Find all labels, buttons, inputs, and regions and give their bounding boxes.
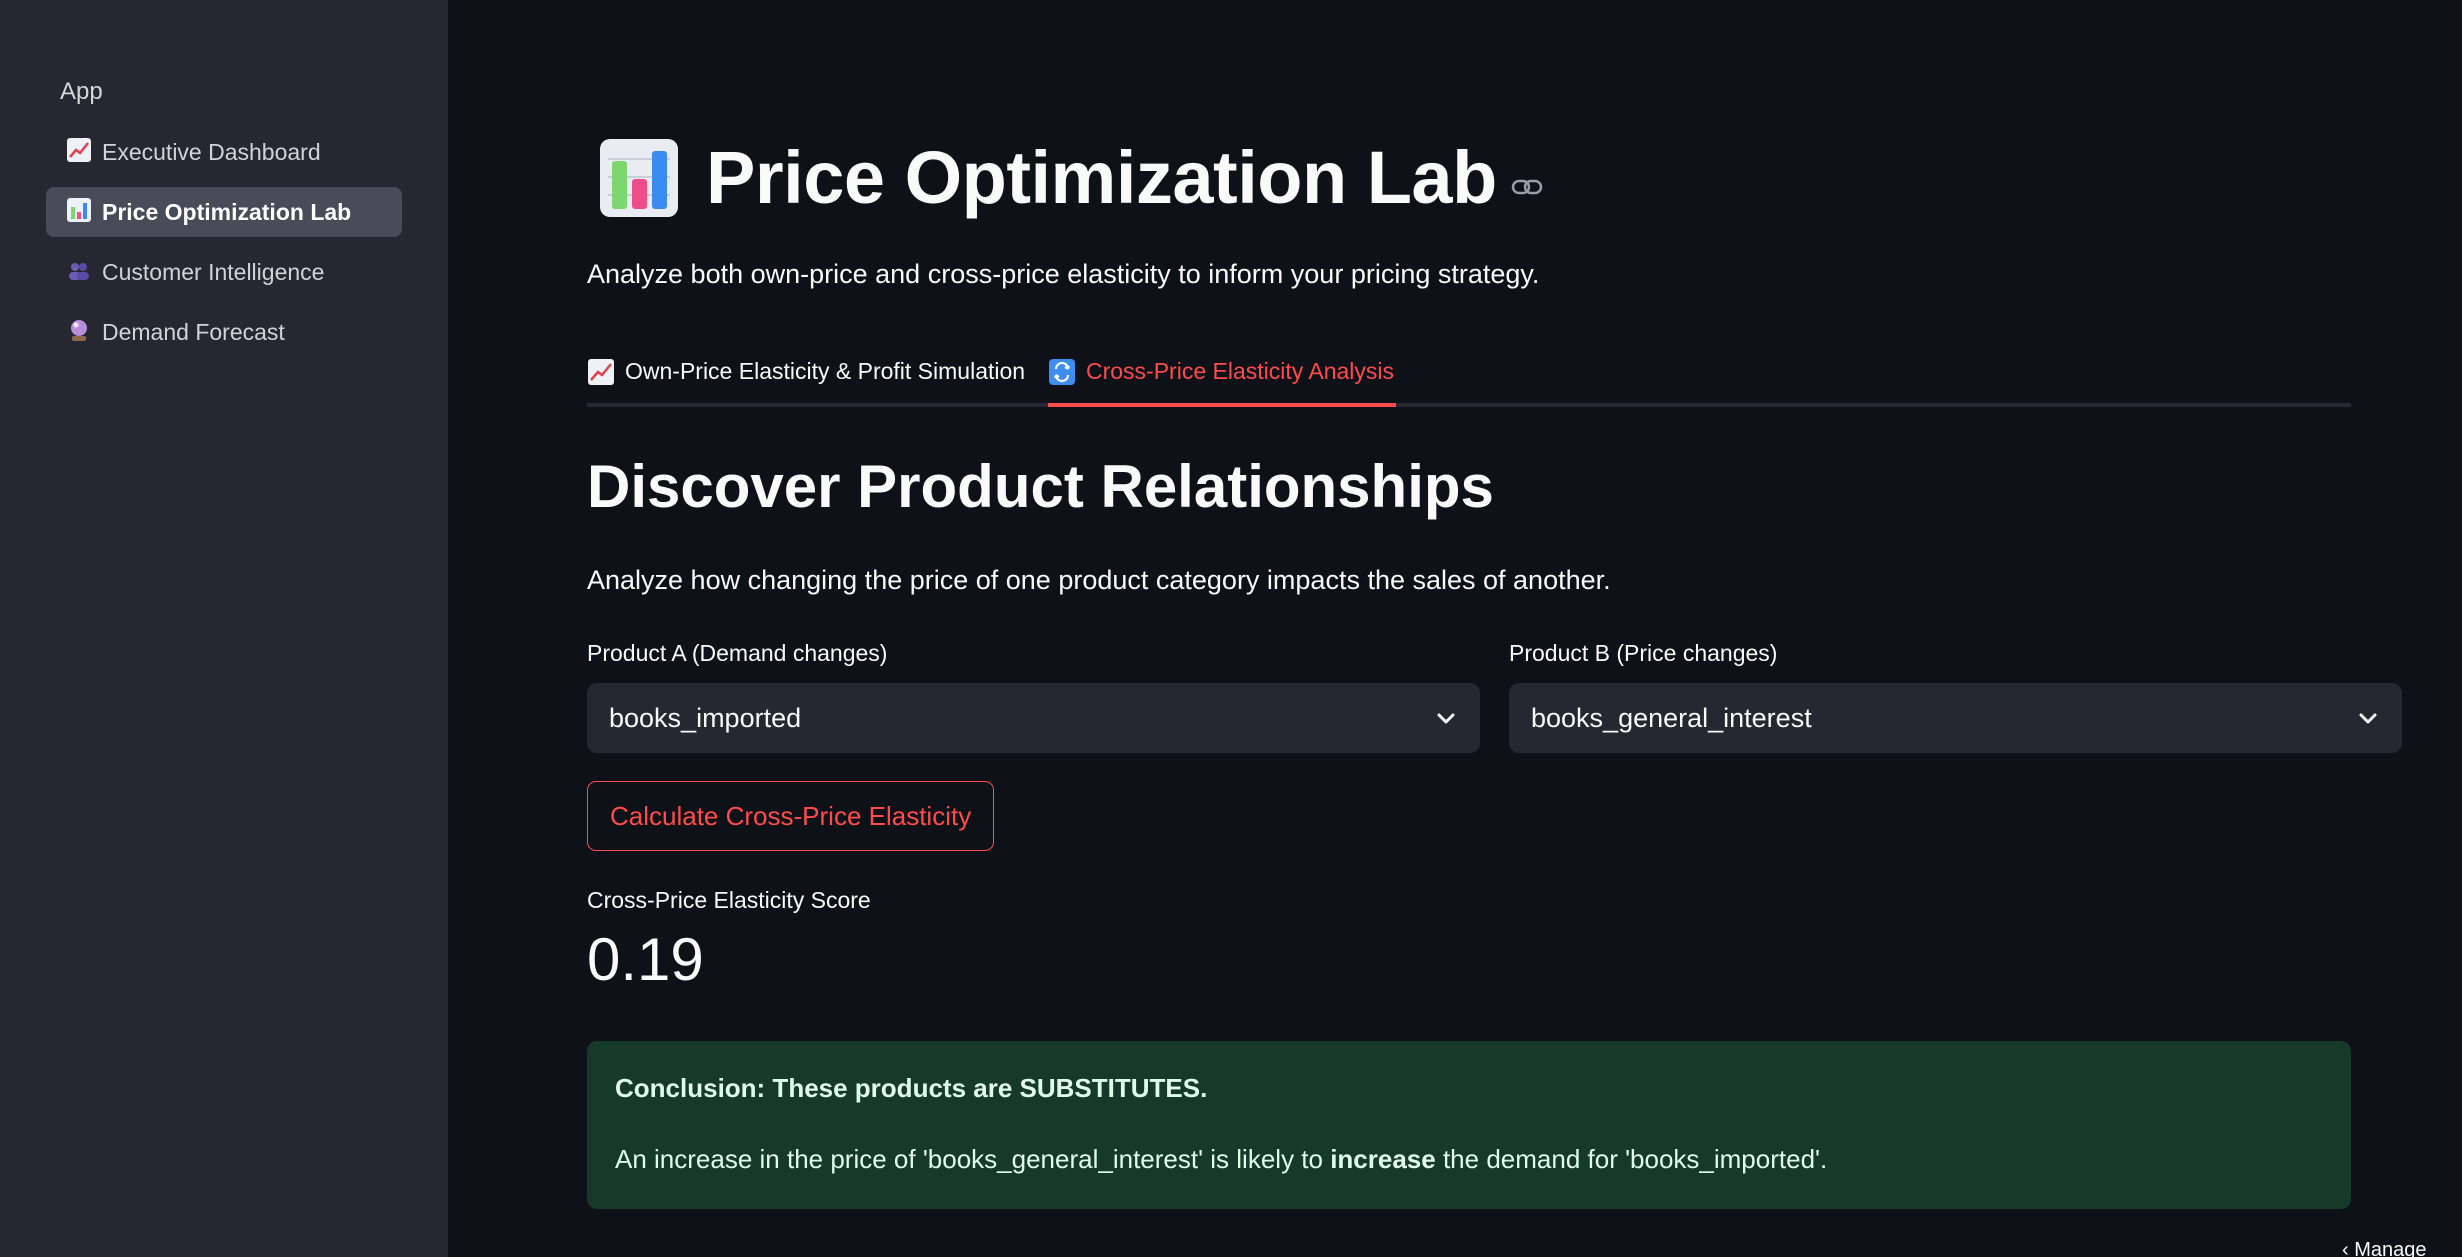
conclusion-body: An increase in the price of 'books_gener… xyxy=(615,1144,2323,1175)
sidebar-item-label: Executive Dashboard xyxy=(102,138,321,165)
product-b-select[interactable]: books_general_interest xyxy=(1509,683,2402,753)
product-a-label: Product A (Demand changes) xyxy=(587,640,888,666)
tab-label: Own-Price Elasticity & Profit Simulation xyxy=(625,358,1026,384)
page-subtitle: Analyze both own-price and cross-price e… xyxy=(587,259,1540,289)
bar-chart-icon xyxy=(64,197,94,227)
conclusion-alert: Conclusion: These products are SUBSTITUT… xyxy=(587,1041,2351,1209)
link-icon[interactable] xyxy=(1511,177,1543,197)
metric-label: Cross-Price Elasticity Score xyxy=(587,887,871,913)
calculate-cross-price-elasticity-button[interactable]: Calculate Cross-Price Elasticity xyxy=(587,781,995,851)
sidebar-item-executive-dashboard[interactable]: Executive Dashboard xyxy=(46,127,402,177)
page-title: Price Optimization Lab xyxy=(706,136,1497,219)
conclusion-text-pre: An increase in the price of 'books_gener… xyxy=(615,1144,1331,1174)
product-a-select[interactable]: books_imported xyxy=(587,683,1480,753)
tab-label: Cross-Price Elasticity Analysis xyxy=(1086,358,1395,384)
people-icon xyxy=(64,257,94,287)
sidebar-item-customer-intelligence[interactable]: Customer Intelligence xyxy=(46,247,402,297)
sidebar-item-demand-forecast[interactable]: Demand Forecast xyxy=(46,307,402,357)
conclusion-text-bold: increase xyxy=(1330,1144,1436,1174)
chart-increasing-icon xyxy=(587,358,615,386)
page-header: Price Optimization Lab xyxy=(598,135,1543,220)
conclusion-text-post: the demand for 'books_imported'. xyxy=(1435,1144,1828,1174)
bar-chart-icon xyxy=(598,137,680,219)
sidebar-item-label: Demand Forecast xyxy=(102,318,285,345)
product-a-value: books_imported xyxy=(609,702,802,733)
sidebar-heading: App xyxy=(60,78,103,105)
product-b-value: books_general_interest xyxy=(1531,702,1812,733)
product-b-label: Product B (Price changes) xyxy=(1509,640,1778,666)
section-title: Discover Product Relationships xyxy=(587,453,1494,520)
chevron-down-icon xyxy=(1434,706,1458,730)
sidebar-item-label: Price Optimization Lab xyxy=(102,198,352,225)
chevron-left-icon: ‹ xyxy=(2342,1239,2349,1257)
tab-cross-price-elasticity[interactable]: Cross-Price Elasticity Analysis xyxy=(1048,340,1397,407)
manage-app-button[interactable]: ‹ Manage app xyxy=(2342,1239,2462,1257)
sidebar-item-price-optimization-lab[interactable]: Price Optimization Lab xyxy=(46,187,402,237)
metric-value: 0.19 xyxy=(587,926,704,993)
repeat-icon xyxy=(1048,358,1076,386)
conclusion-title: Conclusion: These products are SUBSTITUT… xyxy=(615,1073,1208,1103)
tab-own-price-elasticity[interactable]: Own-Price Elasticity & Profit Simulation xyxy=(587,340,1025,403)
chart-increasing-icon xyxy=(64,137,94,167)
main-content: Price Optimization Lab Analyze both own-… xyxy=(448,0,2462,1257)
section-description: Analyze how changing the price of one pr… xyxy=(587,565,1611,595)
sidebar-item-label: Customer Intelligence xyxy=(102,258,325,285)
chevron-down-icon xyxy=(2356,706,2380,730)
manage-app-label: Manage app xyxy=(2354,1239,2427,1257)
sidebar: App Executive Dashboard Price Optimizati… xyxy=(0,0,448,1257)
crystal-ball-icon xyxy=(64,317,94,347)
tab-bar: Own-Price Elasticity & Profit Simulation… xyxy=(587,340,2351,407)
